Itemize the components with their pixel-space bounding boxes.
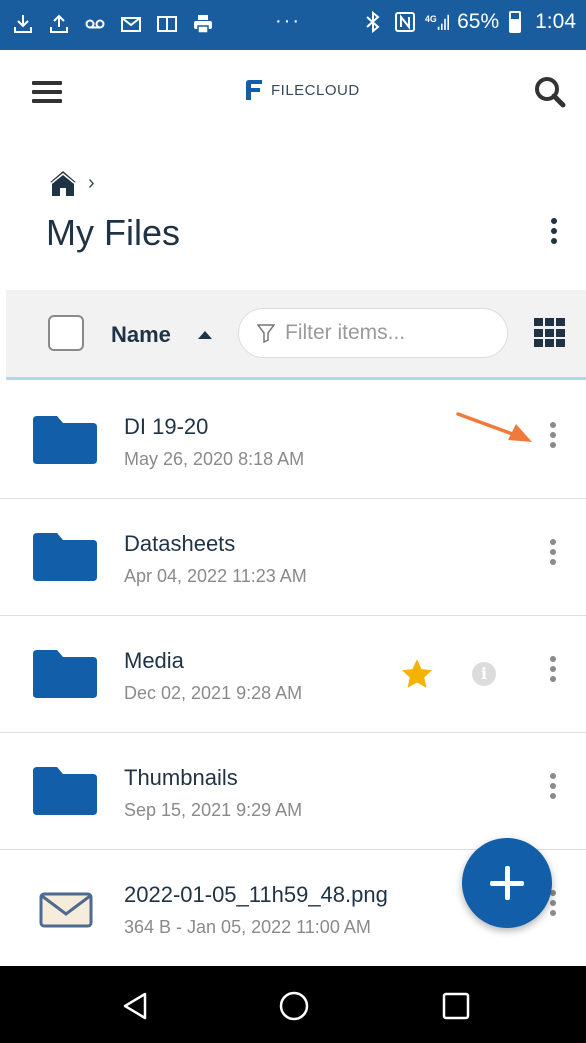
item-options-icon[interactable]: [547, 773, 559, 807]
file-name: 2022-01-05_11h59_48.png: [124, 882, 388, 907]
gmail-icon: [118, 11, 144, 37]
page-title: My Files: [46, 212, 180, 253]
recent-apps-icon[interactable]: [440, 990, 472, 1022]
star-icon[interactable]: [400, 658, 434, 690]
filecloud-logo: FILECLOUD: [244, 79, 360, 101]
system-nav-bar: [0, 966, 586, 1043]
filter-box[interactable]: [238, 308, 508, 358]
sort-ascending-icon[interactable]: [198, 331, 212, 339]
list-item[interactable]: Media Dec 02, 2021 9:28 AM i: [0, 616, 586, 733]
status-bar: ··· 4G 65% 1:04: [0, 0, 586, 50]
info-icon[interactable]: i: [472, 662, 496, 686]
bluetooth-icon: [366, 10, 380, 34]
hamburger-menu-icon[interactable]: [32, 81, 62, 103]
file-name: Media: [124, 648, 184, 673]
voicemail-icon: [82, 11, 108, 37]
folder-icon: [33, 650, 97, 698]
system-status: 4G 65% 1:04: [361, 10, 576, 34]
svg-text:4G: 4G: [425, 14, 437, 24]
image-thumbnail-icon: [39, 892, 93, 928]
breadcrumb: ›: [46, 168, 95, 198]
file-name: DI 19-20: [124, 414, 209, 439]
search-icon[interactable]: [532, 74, 568, 110]
battery-percent: 65%: [457, 10, 500, 33]
home-icon[interactable]: [46, 168, 80, 198]
home-nav-icon[interactable]: [278, 990, 310, 1022]
file-size-date: 364 B - Jan 05, 2022 11:00 AM: [124, 917, 371, 937]
breadcrumb-separator: ›: [88, 171, 95, 194]
back-icon[interactable]: [119, 990, 151, 1022]
logo-text: FILECLOUD: [271, 81, 360, 99]
list-item[interactable]: Datasheets Apr 04, 2022 11:23 AM: [0, 499, 586, 616]
download-icon: [10, 11, 36, 37]
signal-icon: 4G: [425, 14, 450, 30]
file-date: Dec 02, 2021 9:28 AM: [124, 683, 303, 703]
print-icon: [190, 11, 216, 37]
filter-input[interactable]: [285, 321, 485, 345]
battery-icon: [509, 11, 522, 33]
list-toolbar: Name: [6, 290, 586, 380]
notification-icons: [10, 11, 216, 37]
file-name: Datasheets: [124, 531, 236, 556]
folder-icon: [33, 416, 97, 464]
file-date: Apr 04, 2022 11:23 AM: [124, 566, 307, 586]
app-bar: FILECLOUD: [0, 50, 586, 134]
add-button[interactable]: [462, 838, 552, 928]
file-date: May 26, 2020 8:18 AM: [124, 449, 305, 469]
plus-icon: [490, 866, 524, 900]
filter-icon: [257, 324, 275, 343]
list-item[interactable]: DI 19-20 May 26, 2020 8:18 AM: [0, 382, 586, 499]
grid-view-icon[interactable]: [534, 318, 566, 348]
item-options-icon[interactable]: [547, 422, 559, 456]
folder-options-icon[interactable]: [548, 218, 560, 252]
file-date: Sep 15, 2021 9:29 AM: [124, 800, 303, 820]
nfc-icon: [395, 12, 416, 32]
folder-icon: [33, 767, 97, 815]
folder-icon: [33, 533, 97, 581]
file-name: Thumbnails: [124, 765, 238, 790]
item-options-icon[interactable]: [547, 539, 559, 573]
sort-by-name-button[interactable]: Name: [111, 322, 171, 348]
filecloud-logo-icon: [246, 80, 262, 100]
reader-icon: [154, 11, 180, 37]
more-dots-icon: ···: [275, 10, 301, 32]
list-item[interactable]: Thumbnails Sep 15, 2021 9:29 AM: [0, 733, 586, 850]
select-all-checkbox[interactable]: [48, 315, 84, 351]
item-options-icon[interactable]: [547, 656, 559, 690]
upload-icon: [46, 11, 72, 37]
clock: 1:04: [535, 10, 576, 33]
